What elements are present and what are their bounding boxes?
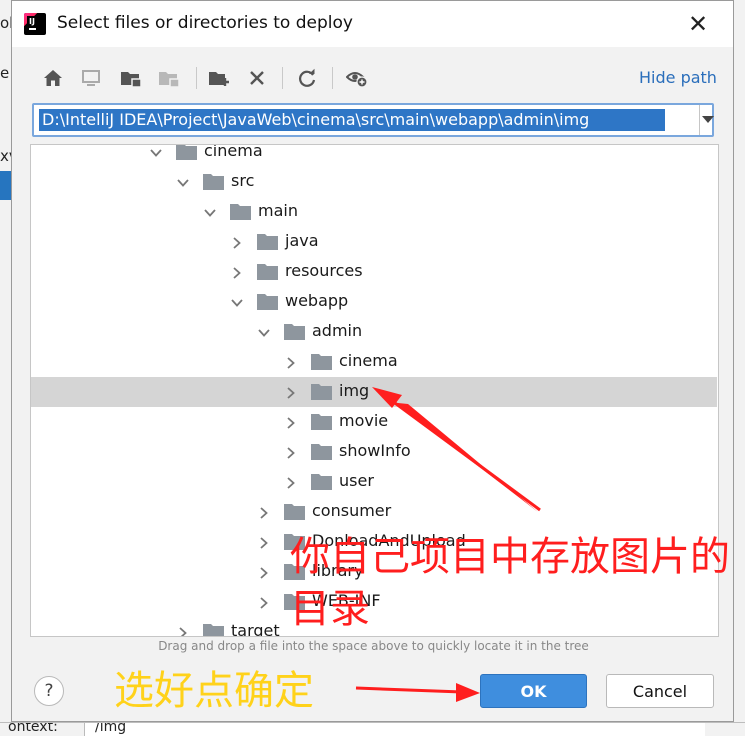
- tree-row[interactable]: img: [31, 377, 717, 407]
- path-dropdown-arrow[interactable]: [702, 105, 714, 135]
- folder-icon: [230, 203, 251, 220]
- tree-row[interactable]: java: [31, 227, 717, 257]
- desktop-icon[interactable]: [78, 65, 104, 91]
- help-button[interactable]: ?: [34, 676, 64, 706]
- tree-row-label: webapp: [285, 291, 349, 310]
- tree-row[interactable]: resources: [31, 257, 717, 287]
- path-input[interactable]: D:\IntelliJ IDEA\Project\JavaWeb\cinema\…: [39, 109, 665, 131]
- folder-icon: [311, 443, 332, 460]
- folder-icon: [311, 413, 332, 430]
- tree-row[interactable]: consumer: [31, 497, 717, 527]
- folder-icon: [311, 473, 332, 490]
- tree-row[interactable]: movie: [31, 407, 717, 437]
- chevron-down-icon[interactable]: [257, 325, 271, 339]
- tree-row[interactable]: src: [31, 167, 717, 197]
- tree-row[interactable]: user: [31, 467, 717, 497]
- tree-row-label: target: [231, 621, 280, 637]
- toolbar-separator: [196, 67, 197, 89]
- home-icon[interactable]: [40, 65, 66, 91]
- project-folder-icon[interactable]: [118, 65, 144, 91]
- folder-icon: [311, 383, 332, 400]
- annotation-yellow-text: 选好点确定: [114, 668, 314, 714]
- module-folder-icon[interactable]: [156, 65, 182, 91]
- hide-path-link[interactable]: Hide path: [639, 68, 717, 87]
- tree-row[interactable]: cinema: [31, 144, 717, 167]
- chevron-down-icon[interactable]: [149, 145, 163, 159]
- tree-row[interactable]: main: [31, 197, 717, 227]
- drag-drop-hint: Drag and drop a file into the space abov…: [158, 639, 589, 653]
- chevron-right-icon[interactable]: [284, 445, 298, 459]
- tree-row-label: consumer: [312, 501, 392, 520]
- folder-icon: [257, 263, 278, 280]
- folder-icon: [257, 293, 278, 310]
- background-bottom-strip: ontext: /img: [0, 722, 745, 736]
- chevron-down-icon[interactable]: [230, 295, 244, 309]
- tree-row-label: admin: [312, 321, 363, 340]
- tree-row-label: cinema: [204, 144, 263, 160]
- background-context-label: ontext:: [8, 722, 58, 735]
- ok-button[interactable]: OK: [480, 674, 587, 708]
- chevron-right-icon[interactable]: [176, 625, 190, 636]
- tree-row-label: cinema: [339, 351, 398, 370]
- tree-row[interactable]: showInfo: [31, 437, 717, 467]
- tree-row-label: src: [231, 171, 255, 190]
- folder-icon: [284, 503, 305, 520]
- toolbar: [12, 61, 733, 95]
- folder-icon: [176, 145, 197, 160]
- chevron-right-icon[interactable]: [284, 475, 298, 489]
- path-combo: D:\IntelliJ IDEA\Project\JavaWeb\cinema\…: [32, 103, 714, 137]
- folder-icon: [203, 173, 224, 190]
- dialog-titlebar: IJ Select files or directories to deploy…: [12, 1, 733, 47]
- folder-icon: [311, 353, 332, 370]
- tree-row[interactable]: cinema: [31, 347, 717, 377]
- refresh-icon[interactable]: [294, 65, 320, 91]
- tree-row-label: showInfo: [339, 441, 411, 460]
- chevron-right-icon[interactable]: [284, 355, 298, 369]
- toolbar-separator: [282, 67, 283, 89]
- background-text-fragment: e: [0, 64, 10, 82]
- dialog-title: Select files or directories to deploy: [57, 13, 353, 33]
- chevron-down-icon[interactable]: [203, 205, 217, 219]
- chevron-right-icon[interactable]: [284, 385, 298, 399]
- tree-row-label: user: [339, 471, 374, 490]
- chevron-right-icon[interactable]: [230, 265, 244, 279]
- background-context-field: /img: [84, 723, 705, 736]
- chevron-right-icon[interactable]: [257, 535, 271, 549]
- chevron-right-icon[interactable]: [230, 235, 244, 249]
- annotation-red-text: 你自己项目中存放图片的目录: [290, 534, 730, 632]
- chevron-right-icon[interactable]: [284, 415, 298, 429]
- cancel-button[interactable]: Cancel: [606, 674, 714, 708]
- tree-row-label: resources: [285, 261, 363, 280]
- chevron-right-icon[interactable]: [257, 505, 271, 519]
- chevron-down-icon[interactable]: [176, 175, 190, 189]
- tree-row[interactable]: admin: [31, 317, 717, 347]
- folder-icon: [257, 233, 278, 250]
- tree-row-label: main: [258, 201, 298, 220]
- tree-row-label: java: [285, 231, 319, 250]
- combo-separator: [699, 105, 700, 135]
- tree-row[interactable]: webapp: [31, 287, 717, 317]
- background-context-value: /img: [95, 722, 127, 735]
- intellij-idea-icon: IJ: [24, 13, 46, 35]
- new-folder-icon[interactable]: [206, 65, 232, 91]
- folder-icon: [203, 623, 224, 636]
- tree-row-label: movie: [339, 411, 389, 430]
- toolbar-separator: [332, 67, 333, 89]
- folder-icon: [284, 323, 305, 340]
- chevron-right-icon[interactable]: [257, 595, 271, 609]
- tree-row-label: img: [339, 381, 370, 400]
- delete-icon[interactable]: [244, 65, 270, 91]
- close-button[interactable]: ✕: [685, 11, 711, 37]
- chevron-right-icon[interactable]: [257, 565, 271, 579]
- show-hidden-icon[interactable]: [344, 65, 370, 91]
